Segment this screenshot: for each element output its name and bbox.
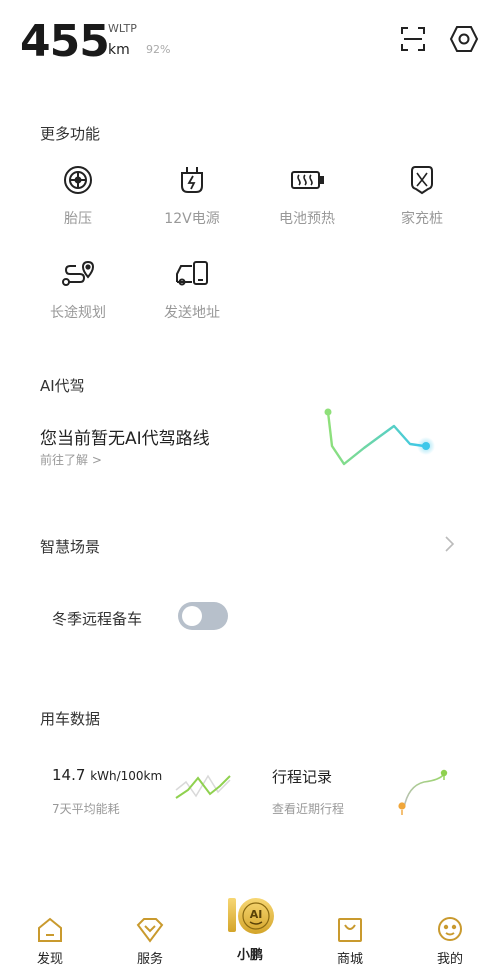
feature-label: 12V电源 <box>164 211 220 227</box>
home-icon <box>38 917 62 942</box>
winter-preheat-label: 冬季远程备车 <box>52 610 143 628</box>
face-icon <box>438 917 462 941</box>
range-unit: km <box>108 42 130 58</box>
ai-badge-text: AI <box>250 908 263 921</box>
car-phone-icon <box>176 261 208 286</box>
trip-record-caption: 查看近期行程 <box>272 802 345 816</box>
ai-route-illustration <box>324 408 435 466</box>
energy-caption: 7天平均能耗 <box>52 802 120 816</box>
range-value: 455 <box>20 16 110 67</box>
feature-12v-power[interactable]: 12V电源 <box>142 164 242 228</box>
energy-unit: kWh/100km <box>90 769 163 783</box>
more-features-title: 更多功能 <box>40 125 101 143</box>
energy-value-line[interactable]: 14.7 kWh/100km <box>52 766 162 784</box>
tab-label: 商城 <box>336 952 363 967</box>
chevron-right-icon[interactable] <box>444 534 456 558</box>
settings-hexagon-icon[interactable] <box>449 24 479 54</box>
feature-send-address[interactable]: 发送地址 <box>142 258 242 322</box>
scan-icon[interactable] <box>398 24 428 54</box>
energy-value: 14.7 <box>52 766 86 784</box>
route-icon <box>62 260 95 286</box>
feature-battery-preheat[interactable]: 电池预热 <box>257 164 357 228</box>
tab-label: 小鹏 <box>236 948 263 963</box>
tab-label: 我的 <box>436 952 463 967</box>
ai-badge-icon: AI <box>228 898 274 934</box>
feature-trip-planning[interactable]: 长途规划 <box>28 258 128 322</box>
battery-percent: 92% <box>146 43 171 56</box>
tab-xiaopeng[interactable]: AI 小鹏 <box>220 896 280 963</box>
bottom-tab-bar: 发现 服务 AI 小鹏 商城 我的 <box>0 898 500 970</box>
shop-icon <box>338 918 362 942</box>
feature-label: 胎压 <box>64 211 92 227</box>
smart-scene-title: 智慧场景 <box>40 538 101 556</box>
trip-route-illustration <box>398 769 448 815</box>
tab-service[interactable]: 服务 <box>120 916 180 967</box>
ai-drive-message: 您当前暂无AI代驾路线 <box>40 429 210 449</box>
range-standard: WLTP <box>108 22 137 35</box>
ai-drive-title: AI代驾 <box>40 377 85 395</box>
car-data-title: 用车数据 <box>40 710 101 728</box>
tire-icon <box>64 166 92 194</box>
winter-preheat-toggle[interactable] <box>178 602 228 630</box>
tab-mine[interactable]: 我的 <box>420 916 480 967</box>
charger-icon <box>411 166 433 195</box>
trip-record-title[interactable]: 行程记录 <box>272 766 332 787</box>
feature-home-charger[interactable]: 家充桩 <box>372 164 472 228</box>
battery-heat-icon <box>291 171 324 189</box>
feature-label: 发送地址 <box>164 305 220 321</box>
plug-icon <box>181 167 203 193</box>
ai-drive-learn-more-link[interactable]: 前往了解 > <box>40 451 102 468</box>
tab-label: 发现 <box>36 952 63 967</box>
tab-discover[interactable]: 发现 <box>20 916 80 967</box>
toggle-knob <box>182 606 202 626</box>
feature-label: 家充桩 <box>401 211 443 227</box>
diamond-icon <box>136 918 164 943</box>
feature-label: 长途规划 <box>50 305 106 321</box>
tab-shop[interactable]: 商城 <box>320 916 380 967</box>
feature-tire-pressure[interactable]: 胎压 <box>28 164 128 228</box>
feature-label: 电池预热 <box>279 211 335 227</box>
energy-sparkline-illustration <box>175 774 231 799</box>
tab-label: 服务 <box>136 952 163 967</box>
